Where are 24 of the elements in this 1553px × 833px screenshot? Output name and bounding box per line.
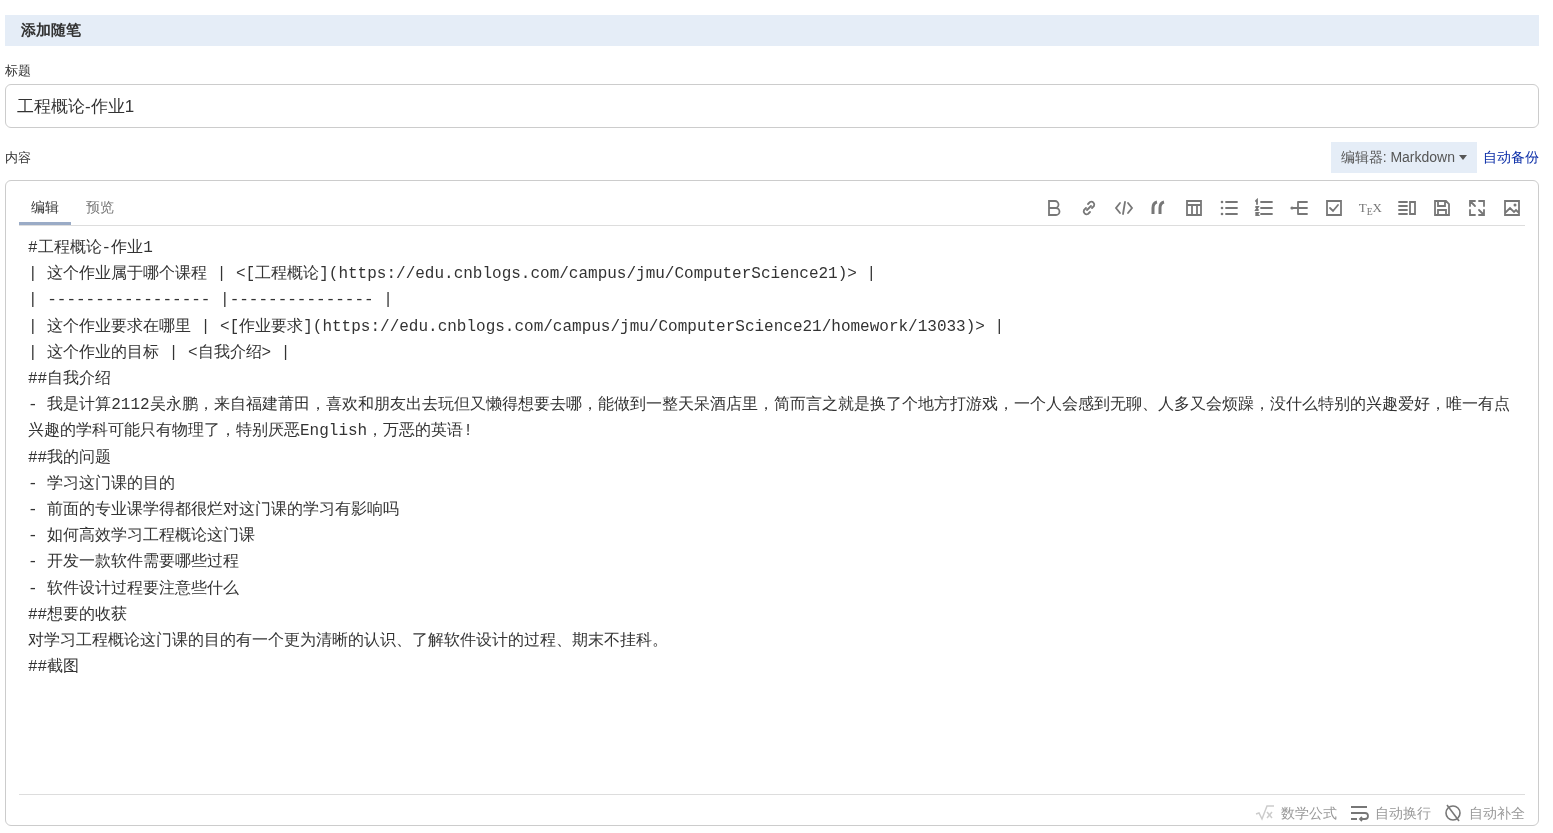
code-icon[interactable] xyxy=(1113,198,1134,218)
wrap-icon xyxy=(1349,803,1369,823)
field-label: 内容 xyxy=(5,148,32,167)
table-icon[interactable] xyxy=(1183,198,1204,218)
indent-icon[interactable] xyxy=(1288,198,1309,218)
columns-icon[interactable] xyxy=(1397,198,1417,218)
caret-icon xyxy=(1459,155,1467,160)
fullscreen-icon[interactable] xyxy=(1467,198,1487,218)
autosave-link[interactable]: 自动备份 xyxy=(1483,147,1539,168)
editor-tab[interactable]: 编辑 xyxy=(19,193,71,225)
checkbox-icon[interactable] xyxy=(1323,198,1344,218)
save-icon[interactable] xyxy=(1432,198,1452,218)
bullet-list-icon[interactable] xyxy=(1218,198,1239,218)
slashed-circle-icon xyxy=(1443,803,1463,823)
numbered-list-icon[interactable] xyxy=(1253,198,1274,218)
markdown-text[interactable]: #工程概论-作业1 | 这个作业属于哪个课程 | <[工程概论](https://edu.cnblogs.com/campus/jmu/ComputerScience21)> | | ----------------- |--------------- | | 这个作业要求在哪里 | <[作业要求](https://edu.cnblogs.com/campus/jmu/ComputerScience21/homework/13033)> | | 这个作业的目标 | <自我介绍> | ##自我介绍 - 我是计算2112吴永鹏，来自福建莆田，喜欢和朋友出去玩但又懒得想要去哪，能做到一整天呆酒店里，简而言之就是换了个地方打游戏，一个人会感到无聊、人多又会烦躁，没什么特别的兴趣爱好，唯一有点兴趣的学科可能只有物理了，特别厌恶English，万恶的英语! ##我的问题 - 学习这门课的目的 - 前面的专业课学得都很烂对这门课的学习有影响吗 - 如何高效学习工程概论这门课 - 开发一款软件需要哪些过程 - 软件设计过程要注意些什么 ##想要的收获 对学习工程概论这门课的目的有一个更为清晰的认识、了解软件设计的过程、期末不挂科。 ##截图 xyxy=(28,235,1516,681)
field-label: 标题 xyxy=(5,62,32,80)
title-input[interactable]: 工程概论-作业1 xyxy=(5,84,1539,128)
tex-button[interactable]: T$_{E}$X xyxy=(1358,198,1382,218)
page-title: 添加随笔 xyxy=(21,20,81,41)
image-icon[interactable] xyxy=(1502,198,1522,218)
square-root-icon xyxy=(1255,803,1275,823)
editor-select[interactable]: 编辑器: Markdown xyxy=(1330,142,1477,173)
editor-tab[interactable]: 预览 xyxy=(74,193,126,225)
